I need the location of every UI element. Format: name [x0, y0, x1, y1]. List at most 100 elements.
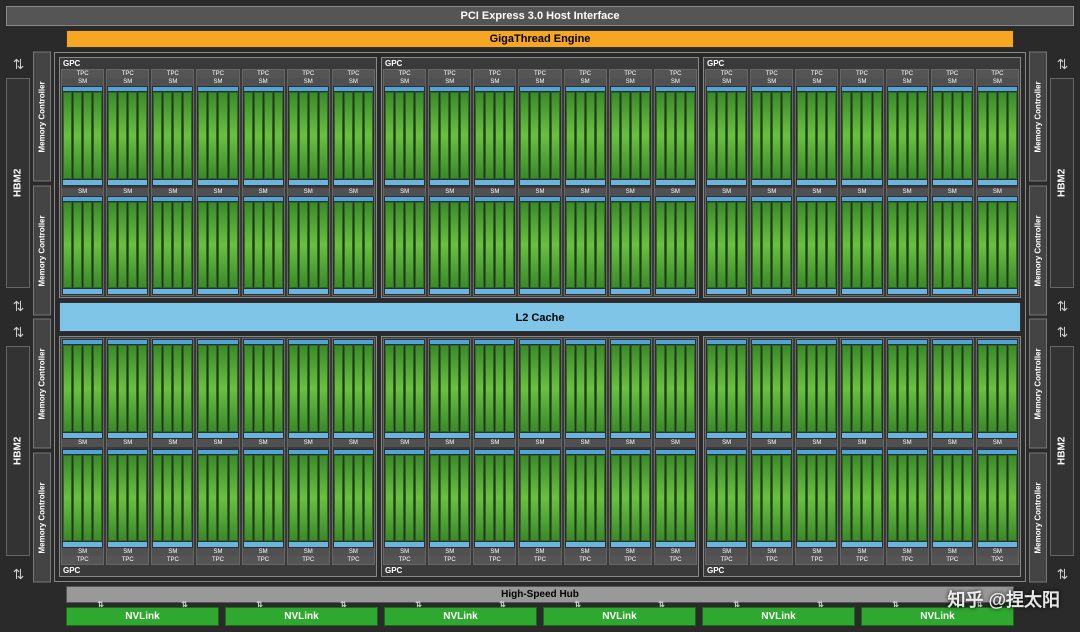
tpc: TPCSMSM: [609, 69, 652, 296]
sm-block: [932, 196, 973, 296]
cuda-core-column: [520, 202, 529, 289]
sm-cores: [430, 455, 469, 542]
cuda-core-column: [737, 92, 746, 179]
sm-dispatch-bar: [656, 197, 695, 201]
cuda-core-column: [153, 345, 162, 432]
sm-dispatch-bar: [842, 197, 881, 201]
cuda-core-column: [676, 92, 685, 179]
sm-dispatch-bar: [566, 450, 605, 454]
cuda-core-column: [842, 202, 851, 289]
sm-shared-bar: [933, 433, 972, 438]
sm-cores: [888, 92, 927, 179]
cuda-core-column: [128, 92, 137, 179]
cuda-core-column: [817, 92, 826, 179]
tpc-label: TPC: [288, 556, 329, 564]
cuda-core-column: [173, 202, 182, 289]
tpc-label: TPC: [887, 556, 928, 564]
interconnect-arrows-icon: ⇄: [1050, 320, 1074, 340]
sm-cores: [385, 92, 424, 179]
cuda-core-column: [1008, 345, 1017, 432]
cuda-core-column: [83, 455, 92, 542]
gpc: GPCSMSMTPCSMSMTPCSMSMTPCSMSMTPCSMSMTPCSM…: [59, 336, 377, 577]
sm-dispatch-bar: [611, 87, 650, 91]
tpc: TPCSMSM: [242, 69, 285, 296]
sm-shared-bar: [153, 542, 192, 547]
cuda-core-column: [395, 202, 404, 289]
sm-cores: [707, 345, 746, 432]
arrow-icon: ⇅: [97, 600, 104, 609]
sm-block: [288, 196, 329, 296]
sm-dispatch-bar: [656, 87, 695, 91]
cuda-core-column: [395, 455, 404, 542]
cuda-core-column: [827, 92, 836, 179]
cuda-core-column: [953, 455, 962, 542]
sm-block: [62, 86, 103, 186]
sm-cores: [108, 92, 147, 179]
cuda-core-column: [395, 92, 404, 179]
memory-controller: Memory Controller: [33, 186, 51, 316]
tpc-label: TPC: [333, 556, 374, 564]
sm-dispatch-bar: [153, 197, 192, 201]
cuda-core-column: [752, 345, 761, 432]
cuda-core-column: [566, 92, 575, 179]
cuda-core-column: [254, 345, 263, 432]
cuda-core-column: [908, 92, 917, 179]
sm-shared-bar: [63, 180, 102, 185]
cuda-core-column: [656, 92, 665, 179]
tpc-label: TPC: [288, 70, 329, 78]
sm-shared-bar: [707, 180, 746, 185]
sm-label: SM: [841, 78, 882, 86]
cuda-core-column: [782, 202, 791, 289]
tpc-label: TPC: [610, 556, 651, 564]
sm-label: SM: [977, 548, 1018, 556]
tpc-label: TPC: [706, 556, 747, 564]
sm-shared-bar: [888, 542, 927, 547]
cuda-core-column: [586, 202, 595, 289]
sm-dispatch-bar: [888, 450, 927, 454]
cuda-core-column: [83, 92, 92, 179]
tpc: SMSMTPC: [383, 338, 426, 565]
sm-label: SM: [519, 188, 560, 196]
sm-dispatch-bar: [842, 450, 881, 454]
tpc: TPCSMSM: [332, 69, 375, 296]
sm-dispatch-bar: [656, 450, 695, 454]
cuda-core-column: [385, 92, 394, 179]
cuda-core-column: [505, 345, 514, 432]
cuda-core-column: [943, 202, 952, 289]
cuda-core-column: [842, 455, 851, 542]
sm-block: [565, 196, 606, 296]
gpc-label: GPC: [63, 566, 80, 575]
high-speed-hub: High-Speed Hub: [66, 586, 1014, 603]
sm-shared-bar: [153, 433, 192, 438]
sm-cores: [978, 92, 1017, 179]
tpc-label: TPC: [152, 556, 193, 564]
tpc: SMSMTPC: [840, 338, 883, 565]
sm-dispatch-bar: [566, 340, 605, 344]
cuda-core-column: [621, 345, 630, 432]
sm-label: SM: [429, 188, 470, 196]
sm-block: [333, 196, 374, 296]
gpc-label: GPC: [707, 566, 724, 575]
sm-cores: [611, 92, 650, 179]
cuda-core-column: [319, 345, 328, 432]
cuda-core-column: [797, 345, 806, 432]
cuda-core-column: [229, 345, 238, 432]
cuda-core-column: [566, 455, 575, 542]
cuda-core-column: [254, 92, 263, 179]
sm-dispatch-bar: [334, 197, 373, 201]
sm-shared-bar: [153, 180, 192, 185]
arrow-icon: ⇅: [817, 600, 824, 609]
tpc: TPCSMSM: [750, 69, 793, 296]
sm-block: [519, 196, 560, 296]
sm-label: SM: [62, 78, 103, 86]
cuda-core-column: [817, 202, 826, 289]
sm-label: SM: [474, 439, 515, 447]
sm-block: [243, 86, 284, 186]
sm-shared-bar: [475, 433, 514, 438]
sm-label: SM: [288, 188, 329, 196]
sm-block: [107, 449, 148, 549]
cuda-core-column: [943, 92, 952, 179]
sm-shared-bar: [797, 180, 836, 185]
sm-block: [107, 339, 148, 439]
sm-block: [655, 86, 696, 186]
